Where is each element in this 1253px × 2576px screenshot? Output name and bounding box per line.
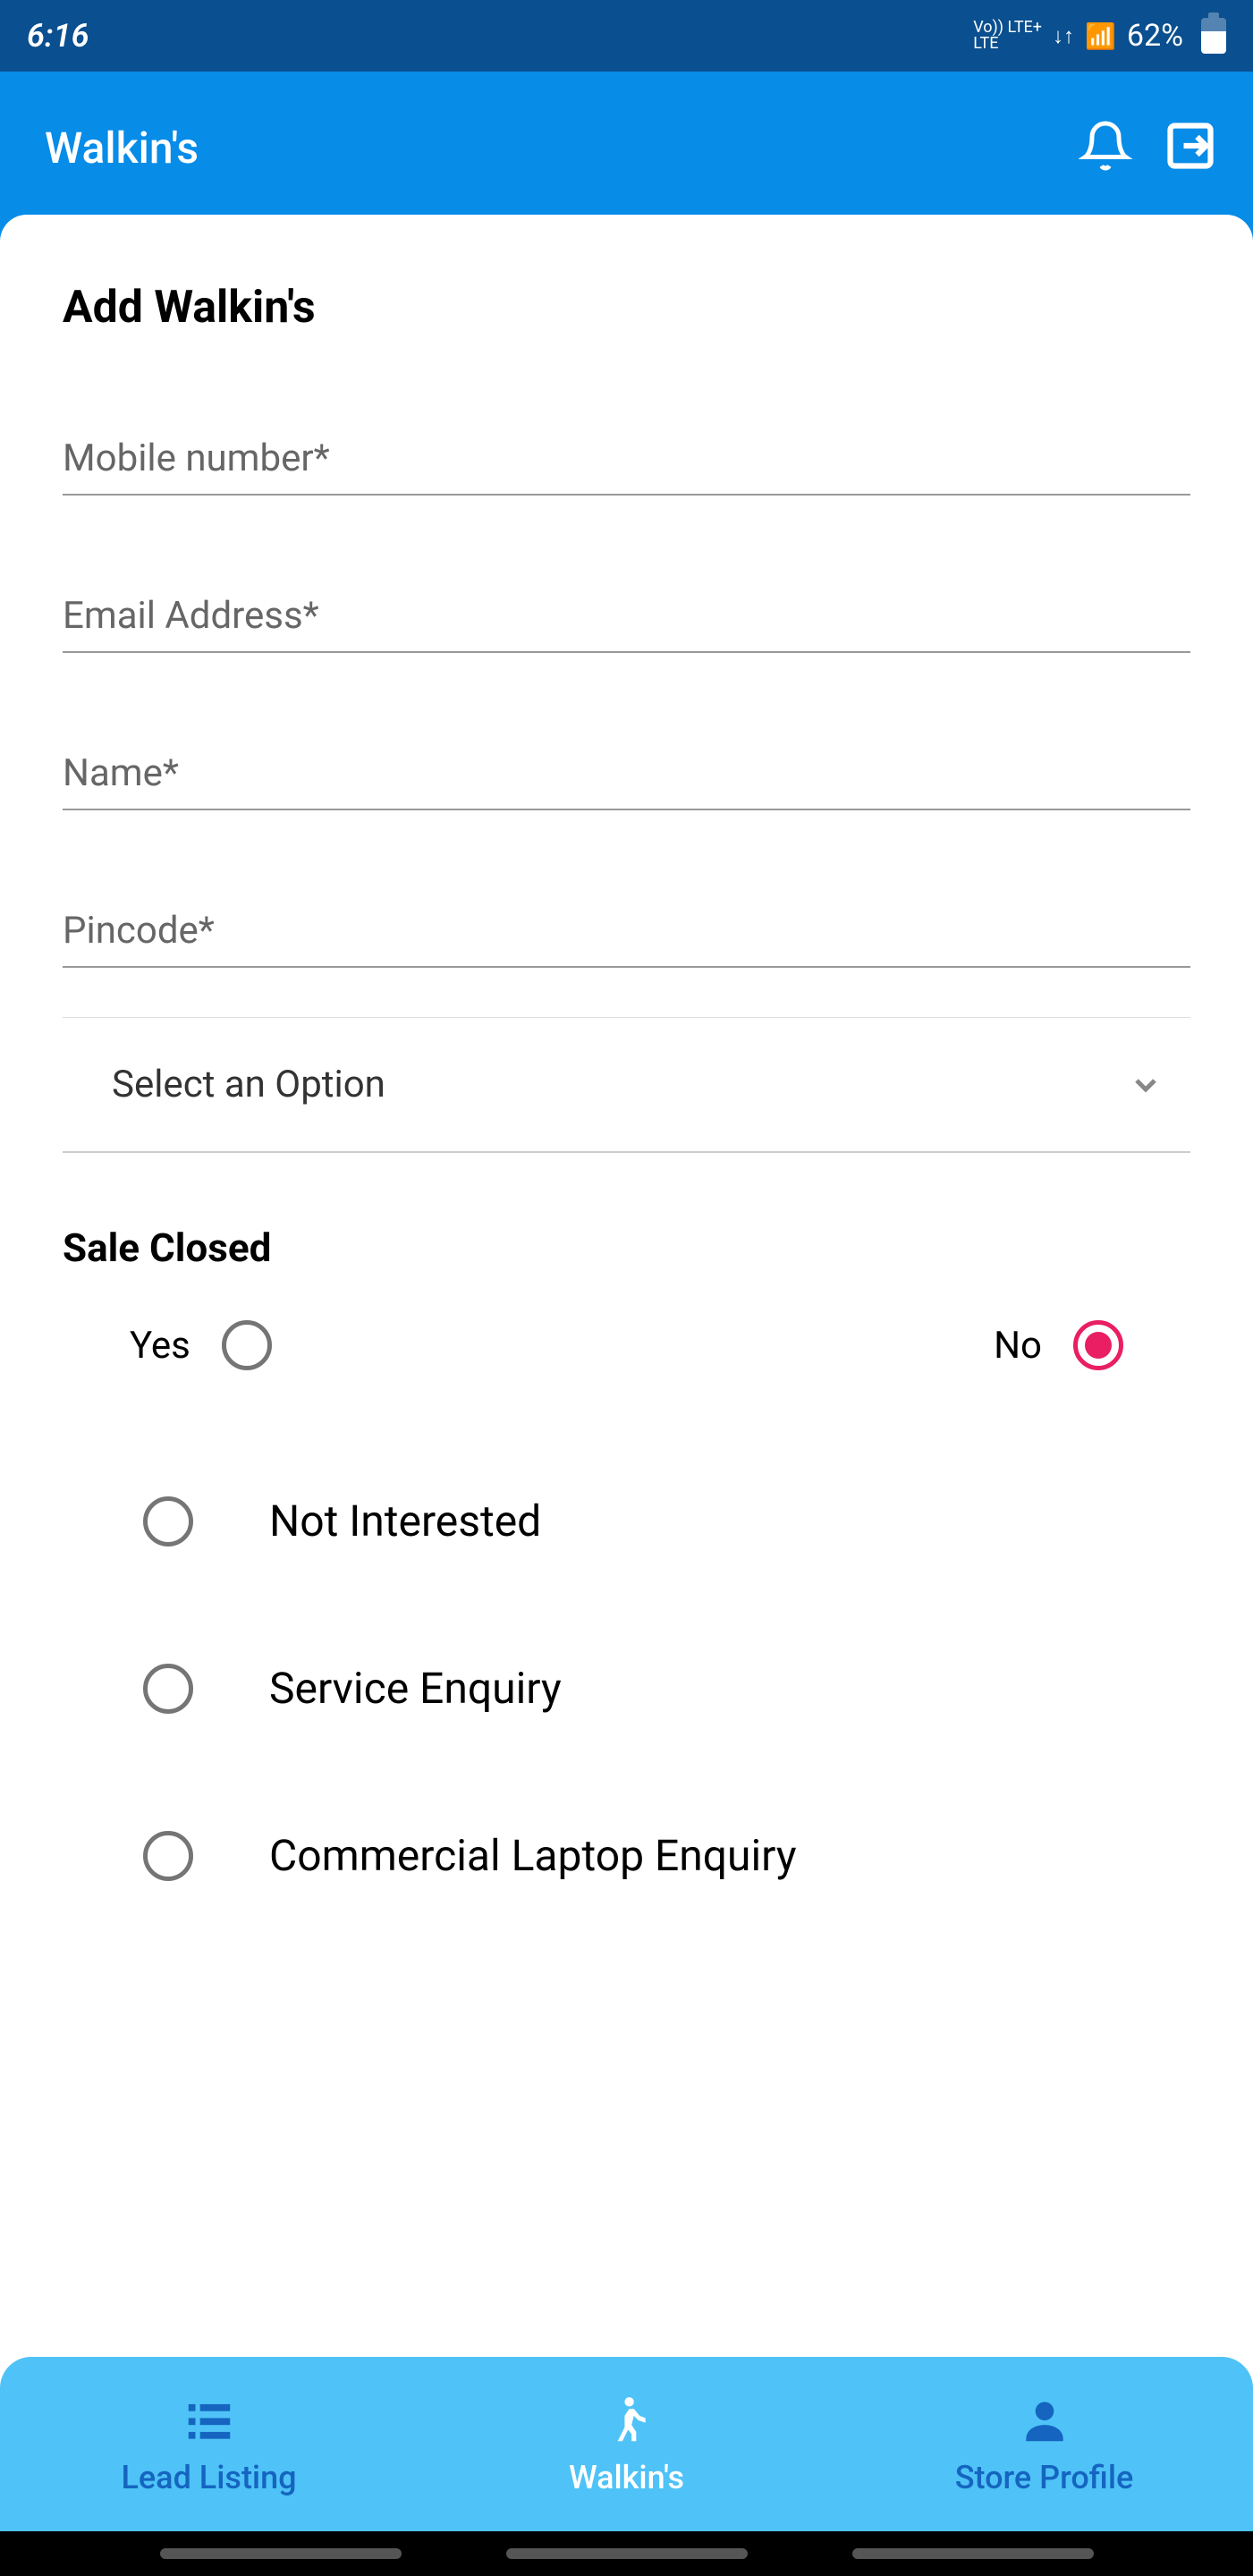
- battery-percent: 62%: [1127, 18, 1183, 54]
- sale-closed-yes[interactable]: Yes: [130, 1320, 994, 1370]
- radio-circle: [143, 1496, 193, 1546]
- signal-icon: 📶: [1085, 21, 1116, 51]
- exit-icon[interactable]: [1164, 119, 1217, 176]
- sale-closed-no[interactable]: No: [994, 1320, 1123, 1370]
- name-input[interactable]: [63, 738, 1190, 810]
- option-service-enquiry[interactable]: Service Enquiry: [143, 1663, 1190, 1714]
- option-commercial-laptop[interactable]: Commercial Laptop Enquiry: [143, 1830, 1190, 1881]
- option-label: Commercial Laptop Enquiry: [269, 1830, 797, 1881]
- lte-indicator: Vo)) LTE+ LTE: [973, 20, 1042, 52]
- pincode-input[interactable]: [63, 895, 1190, 968]
- header-title: Walkin's: [45, 123, 199, 174]
- notification-icon[interactable]: [1079, 119, 1132, 176]
- data-arrows-icon: ↓↑: [1053, 23, 1074, 49]
- bottom-nav: Lead Listing Walkin's Store Profile: [0, 2357, 1253, 2531]
- status-time: 6:16: [27, 17, 89, 55]
- back-button[interactable]: [852, 2548, 1094, 2559]
- nav-label: Lead Listing: [121, 2459, 296, 2496]
- option-select[interactable]: Select an Option: [63, 1017, 1190, 1153]
- sale-closed-radios: Yes No: [63, 1320, 1190, 1370]
- mobile-number-input[interactable]: [63, 423, 1190, 496]
- system-nav-bar: [0, 2531, 1253, 2576]
- radio-circle: [143, 1664, 193, 1714]
- select-label: Select an Option: [112, 1063, 385, 1106]
- nav-lead-listing[interactable]: Lead Listing: [0, 2393, 418, 2496]
- radio-circle-no: [1073, 1320, 1123, 1370]
- chevron-down-icon: [1128, 1067, 1164, 1103]
- email-address-input[interactable]: [63, 580, 1190, 653]
- nav-walkins[interactable]: Walkin's: [418, 2393, 835, 2496]
- recent-apps-button[interactable]: [160, 2548, 402, 2559]
- main-content: Add Walkin's Select an Option Sale Close…: [0, 215, 1253, 2531]
- page-title: Add Walkin's: [63, 282, 1190, 334]
- nav-store-profile[interactable]: Store Profile: [835, 2393, 1253, 2496]
- status-bar: 6:16 Vo)) LTE+ LTE ↓↑ 📶 62%: [0, 0, 1253, 72]
- sale-closed-title: Sale Closed: [63, 1224, 1190, 1271]
- radio-circle: [143, 1831, 193, 1881]
- walking-person-icon: [599, 2393, 655, 2448]
- battery-icon: [1201, 18, 1226, 54]
- reason-options: Not Interested Service Enquiry Commercia…: [63, 1496, 1190, 1881]
- nav-label: Store Profile: [955, 2459, 1134, 2496]
- option-label: Service Enquiry: [269, 1663, 562, 1714]
- no-label: No: [994, 1324, 1042, 1368]
- radio-circle-yes: [222, 1320, 272, 1370]
- nav-label: Walkin's: [569, 2459, 684, 2496]
- option-not-interested[interactable]: Not Interested: [143, 1496, 1190, 1546]
- option-label: Not Interested: [269, 1496, 541, 1546]
- person-icon: [1017, 2393, 1072, 2448]
- app-header: Walkin's: [0, 72, 1253, 224]
- yes-label: Yes: [130, 1324, 190, 1368]
- status-right: Vo)) LTE+ LTE ↓↑ 📶 62%: [973, 18, 1226, 54]
- home-button[interactable]: [506, 2548, 748, 2559]
- list-icon: [182, 2393, 237, 2448]
